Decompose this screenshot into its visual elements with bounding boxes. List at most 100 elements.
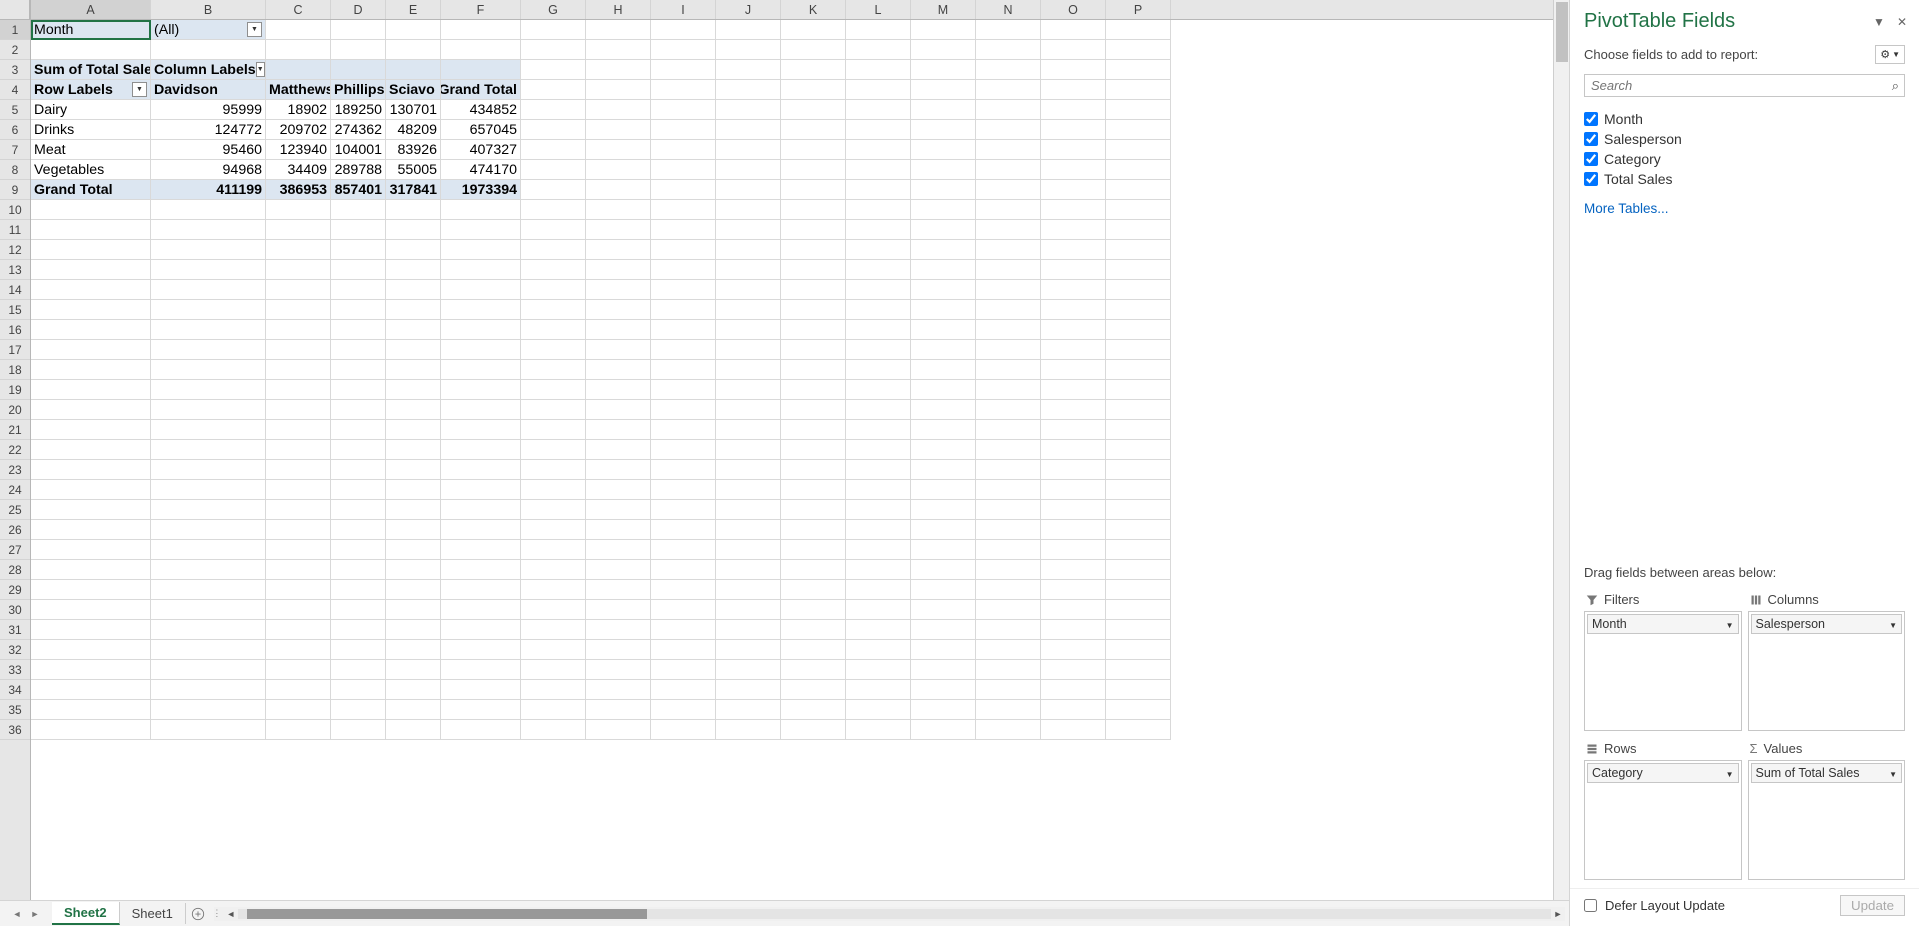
cell[interactable] xyxy=(1106,180,1171,200)
cell[interactable] xyxy=(1106,540,1171,560)
cell[interactable] xyxy=(976,420,1041,440)
cell[interactable] xyxy=(151,640,266,660)
cell[interactable] xyxy=(386,280,441,300)
cell[interactable] xyxy=(331,220,386,240)
cell[interactable] xyxy=(266,460,331,480)
cell[interactable] xyxy=(651,200,716,220)
cell[interactable] xyxy=(651,600,716,620)
cell[interactable] xyxy=(911,20,976,40)
cell[interactable] xyxy=(651,300,716,320)
cell[interactable] xyxy=(976,540,1041,560)
cell[interactable] xyxy=(1106,380,1171,400)
cell[interactable] xyxy=(586,420,651,440)
cell[interactable] xyxy=(331,60,386,80)
cell[interactable] xyxy=(441,380,521,400)
cell[interactable] xyxy=(586,120,651,140)
cell[interactable] xyxy=(716,420,781,440)
cell[interactable] xyxy=(386,340,441,360)
cell[interactable] xyxy=(846,320,911,340)
row-header-7[interactable]: 7 xyxy=(0,140,30,160)
cell[interactable] xyxy=(781,320,846,340)
cell[interactable] xyxy=(266,520,331,540)
sheet-tab[interactable]: Sheet1 xyxy=(120,903,186,924)
cell[interactable] xyxy=(31,480,151,500)
cell[interactable] xyxy=(846,260,911,280)
cell[interactable] xyxy=(521,60,586,80)
cell[interactable] xyxy=(846,600,911,620)
cell[interactable] xyxy=(911,360,976,380)
cell[interactable] xyxy=(911,80,976,100)
row-header-20[interactable]: 20 xyxy=(0,400,30,420)
cell[interactable] xyxy=(846,460,911,480)
cell[interactable] xyxy=(911,400,976,420)
cell[interactable] xyxy=(651,720,716,740)
cell[interactable] xyxy=(781,180,846,200)
column-header-A[interactable]: A xyxy=(31,0,151,19)
field-item-salesperson[interactable]: Salesperson xyxy=(1584,129,1905,149)
row-header-32[interactable]: 32 xyxy=(0,640,30,660)
cell[interactable] xyxy=(651,560,716,580)
cell[interactable] xyxy=(846,120,911,140)
cell[interactable] xyxy=(521,680,586,700)
add-sheet-button[interactable] xyxy=(186,904,210,924)
cell[interactable] xyxy=(976,520,1041,540)
pivot-cell[interactable]: 18902 xyxy=(266,100,331,120)
cell[interactable] xyxy=(976,620,1041,640)
cell[interactable] xyxy=(386,660,441,680)
cell[interactable] xyxy=(266,600,331,620)
cell[interactable] xyxy=(716,580,781,600)
row-header-16[interactable]: 16 xyxy=(0,320,30,340)
pivot-value-header[interactable]: Sum of Total Sales xyxy=(31,60,151,80)
row-header-8[interactable]: 8 xyxy=(0,160,30,180)
cell[interactable] xyxy=(1041,720,1106,740)
cell[interactable] xyxy=(716,140,781,160)
cell[interactable] xyxy=(586,20,651,40)
cell[interactable] xyxy=(441,680,521,700)
hscroll-right[interactable]: ► xyxy=(1551,907,1565,921)
cell[interactable] xyxy=(911,180,976,200)
cell[interactable] xyxy=(781,560,846,580)
cell[interactable] xyxy=(151,660,266,680)
cell[interactable] xyxy=(266,580,331,600)
cell[interactable] xyxy=(266,680,331,700)
cell[interactable] xyxy=(911,320,976,340)
cell[interactable] xyxy=(716,680,781,700)
row-header-23[interactable]: 23 xyxy=(0,460,30,480)
pivot-cell[interactable]: 434852 xyxy=(441,100,521,120)
cell[interactable] xyxy=(911,580,976,600)
cell[interactable] xyxy=(441,500,521,520)
column-header-D[interactable]: D xyxy=(331,0,386,19)
cell[interactable] xyxy=(1106,320,1171,340)
cell[interactable] xyxy=(1106,560,1171,580)
cell[interactable] xyxy=(716,540,781,560)
cell[interactable] xyxy=(386,360,441,380)
cell[interactable] xyxy=(911,460,976,480)
cell[interactable] xyxy=(151,580,266,600)
cell[interactable] xyxy=(1041,480,1106,500)
pivot-cell[interactable]: 657045 xyxy=(441,120,521,140)
cell[interactable] xyxy=(331,420,386,440)
cell[interactable] xyxy=(331,260,386,280)
cell[interactable] xyxy=(716,660,781,680)
cell[interactable] xyxy=(266,480,331,500)
column-header-C[interactable]: C xyxy=(266,0,331,19)
cell[interactable] xyxy=(521,140,586,160)
cell[interactable] xyxy=(31,440,151,460)
vertical-scroll-thumb[interactable] xyxy=(1556,2,1568,62)
row-header-3[interactable]: 3 xyxy=(0,60,30,80)
pivot-cell[interactable]: 55005 xyxy=(386,160,441,180)
cell[interactable] xyxy=(976,20,1041,40)
cell[interactable] xyxy=(781,160,846,180)
cell[interactable] xyxy=(151,420,266,440)
cell[interactable] xyxy=(1041,260,1106,280)
cell[interactable] xyxy=(911,560,976,580)
row-header-31[interactable]: 31 xyxy=(0,620,30,640)
cell[interactable] xyxy=(1041,140,1106,160)
horizontal-scroll-thumb[interactable] xyxy=(247,909,647,919)
cell[interactable] xyxy=(781,640,846,660)
cell[interactable] xyxy=(386,640,441,660)
cell[interactable] xyxy=(911,600,976,620)
cell[interactable] xyxy=(586,460,651,480)
cell[interactable] xyxy=(441,300,521,320)
cell[interactable] xyxy=(521,400,586,420)
